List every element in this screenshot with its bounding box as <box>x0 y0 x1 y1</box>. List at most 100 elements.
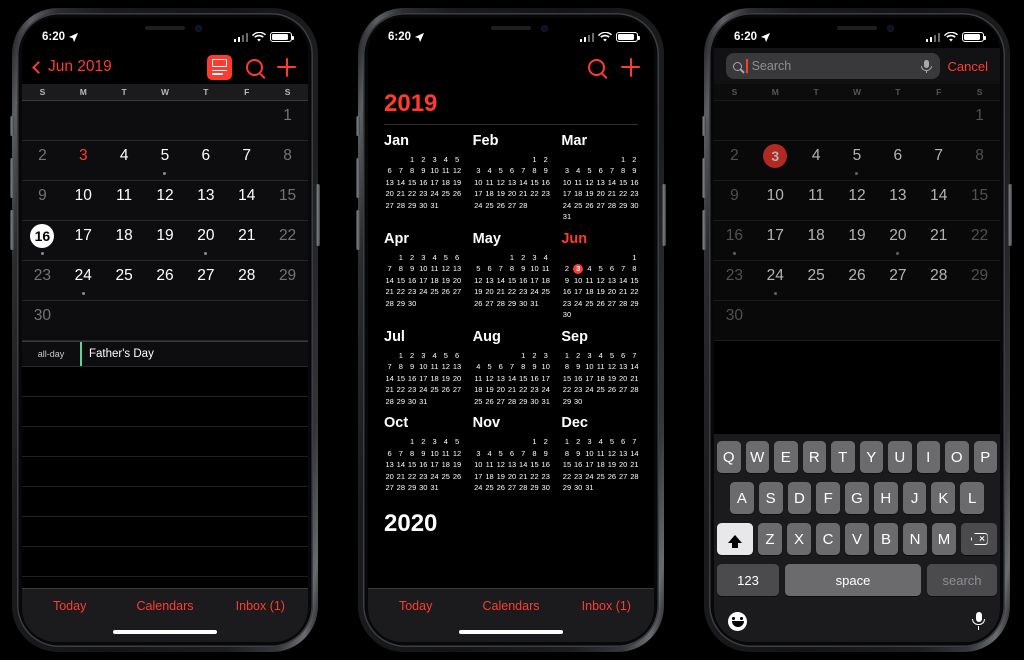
day-cell-11[interactable]: 11 <box>796 181 837 220</box>
volume-up-button[interactable] <box>356 158 360 198</box>
day-cell-15[interactable]: 15 <box>959 181 1000 220</box>
key-G[interactable]: G <box>845 482 869 514</box>
volume-down-button[interactable] <box>10 210 14 250</box>
day-cell-28[interactable]: 28 <box>226 261 267 300</box>
plus-icon[interactable] <box>277 57 296 77</box>
hour-row[interactable] <box>22 487 308 517</box>
power-button[interactable] <box>1008 184 1012 246</box>
key-A[interactable]: A <box>729 482 754 514</box>
day-cell-13[interactable]: 13 <box>185 181 226 220</box>
emoji-smiley-icon[interactable] <box>728 611 747 631</box>
day-cell-10[interactable]: 10 <box>755 181 796 220</box>
day-cell-9[interactable]: 9 <box>22 181 63 220</box>
calendars-button[interactable]: Calendars <box>463 599 558 613</box>
key-W[interactable]: W <box>745 441 769 473</box>
dictation-microphone-icon[interactable] <box>971 611 986 631</box>
day-cell-30[interactable]: 30 <box>714 301 755 340</box>
hour-row[interactable] <box>22 427 308 457</box>
mini-month-Apr[interactable]: Apr 1 2 3 4 5 6 7 8 9 10 11 12 13 14 15 16 17 18 19 20 21 22 23… <box>384 231 463 321</box>
key-J[interactable]: J <box>902 482 927 514</box>
mute-switch[interactable] <box>10 116 14 136</box>
key-L[interactable]: L <box>960 482 985 514</box>
hour-row[interactable] <box>22 517 308 547</box>
volume-up-button[interactable] <box>702 158 706 198</box>
day-cell-16[interactable]: 16 <box>22 221 63 260</box>
mini-month-Dec[interactable]: Dec 1 2 3 4 5 6 7 8 9 10 11 12 13 14 15 16 17 18 19 20 21 22 23… <box>561 415 640 494</box>
day-cell-25[interactable]: 25 <box>104 261 145 300</box>
day-cell-30[interactable]: 30 <box>22 301 63 340</box>
key-H[interactable]: H <box>873 482 898 514</box>
key-R[interactable]: R <box>802 441 826 473</box>
key-I[interactable]: I <box>916 441 940 473</box>
day-cell-6[interactable]: 6 <box>877 141 918 180</box>
day-cell-21[interactable]: 21 <box>226 221 267 260</box>
volume-down-button[interactable] <box>702 210 706 250</box>
mini-month-Jun[interactable]: Jun 1 2 3 4 5 6 7 8 9 10 11 12 13 14 15 16 17 18 19 20 21 22 23… <box>561 231 640 321</box>
power-button[interactable] <box>662 184 666 246</box>
mini-month-Nov[interactable]: Nov 1 2 3 4 5 6 7 8 9 10 11 12 13 14 15 16 17 18 19 20 21 22 23… <box>473 415 552 494</box>
day-cell-1[interactable]: 1 <box>959 101 1000 140</box>
day-cell-11[interactable]: 11 <box>104 181 145 220</box>
day-cell-9[interactable]: 9 <box>714 181 755 220</box>
mini-month-May[interactable]: May 1 2 3 4 5 6 7 8 9 10 11 12 13 14 15 16 17 18 19 20 21 22 23… <box>473 231 552 321</box>
day-cell-22[interactable]: 22 <box>267 221 308 260</box>
mini-month-Aug[interactable]: Aug 1 2 3 4 5 6 7 8 9 10 11 12 13 14 15 16 17 18 19 20 21 22 23… <box>473 329 552 408</box>
day-cell-10[interactable]: 10 <box>63 181 104 220</box>
key-Z[interactable]: Z <box>758 523 782 555</box>
day-cell-21[interactable]: 21 <box>918 221 959 260</box>
power-button[interactable] <box>316 184 320 246</box>
day-cell-16[interactable]: 16 <box>714 221 755 260</box>
day-cell-15[interactable]: 15 <box>267 181 308 220</box>
day-cell-2[interactable]: 2 <box>714 141 755 180</box>
key-M[interactable]: M <box>932 523 956 555</box>
space-key[interactable]: space <box>785 564 921 596</box>
day-cell-5[interactable]: 5 <box>837 141 878 180</box>
day-cell-24[interactable]: 24 <box>63 261 104 300</box>
day-cell-23[interactable]: 23 <box>714 261 755 300</box>
day-cell-5[interactable]: 5 <box>145 141 186 180</box>
day-cell-19[interactable]: 19 <box>145 221 186 260</box>
hour-row[interactable] <box>22 397 308 427</box>
key-V[interactable]: V <box>845 523 869 555</box>
day-cell-8[interactable]: 8 <box>267 141 308 180</box>
year-view-scroll[interactable]: 2019 Jan 1 2 3 4 5 6 7 8 9 10 11 12 13 14 15 16 17 18 19 20 2… <box>368 84 654 588</box>
day-cell-12[interactable]: 12 <box>145 181 186 220</box>
day-cell-20[interactable]: 20 <box>185 221 226 260</box>
key-Y[interactable]: Y <box>859 441 883 473</box>
day-cell-26[interactable]: 26 <box>145 261 186 300</box>
key-C[interactable]: C <box>816 523 840 555</box>
day-cell-29[interactable]: 29 <box>267 261 308 300</box>
numbers-key[interactable]: 123 <box>717 564 779 596</box>
day-cell-27[interactable]: 27 <box>185 261 226 300</box>
key-N[interactable]: N <box>903 523 927 555</box>
event-fathers-day[interactable]: Father's Day <box>80 342 308 366</box>
day-cell-22[interactable]: 22 <box>959 221 1000 260</box>
today-button[interactable]: Today <box>368 599 463 613</box>
key-D[interactable]: D <box>787 482 812 514</box>
day-cell-24[interactable]: 24 <box>755 261 796 300</box>
day-cell-18[interactable]: 18 <box>796 221 837 260</box>
day-cell-19[interactable]: 19 <box>837 221 878 260</box>
search-icon[interactable] <box>588 58 605 76</box>
hour-row[interactable] <box>22 367 308 397</box>
all-day-row[interactable]: all-day Father's Day <box>22 341 308 367</box>
day-cell-28[interactable]: 28 <box>918 261 959 300</box>
day-cell-4[interactable]: 4 <box>796 141 837 180</box>
day-cell-7[interactable]: 7 <box>918 141 959 180</box>
day-cell-6[interactable]: 6 <box>185 141 226 180</box>
day-cell-4[interactable]: 4 <box>104 141 145 180</box>
day-cell-2[interactable]: 2 <box>22 141 63 180</box>
day-cell-3[interactable]: 3 <box>63 141 104 180</box>
mini-month-Jan[interactable]: Jan 1 2 3 4 5 6 7 8 9 10 11 12 13 14 15 16 17 18 19 20 21 22 23… <box>384 133 463 223</box>
day-cell-12[interactable]: 12 <box>837 181 878 220</box>
inbox-button[interactable]: Inbox (1) <box>559 599 654 613</box>
day-cell-23[interactable]: 23 <box>22 261 63 300</box>
key-Q[interactable]: Q <box>717 441 741 473</box>
key-X[interactable]: X <box>787 523 811 555</box>
day-cell-17[interactable]: 17 <box>63 221 104 260</box>
day-cell-3[interactable]: 3 <box>755 141 796 180</box>
mini-month-Mar[interactable]: Mar 1 2 3 4 5 6 7 8 9 10 11 12 13 14 15 16 17 18 19 20 21 22 23… <box>561 133 640 223</box>
day-cell-17[interactable]: 17 <box>755 221 796 260</box>
mute-switch[interactable] <box>356 116 360 136</box>
calendars-button[interactable]: Calendars <box>117 599 212 613</box>
